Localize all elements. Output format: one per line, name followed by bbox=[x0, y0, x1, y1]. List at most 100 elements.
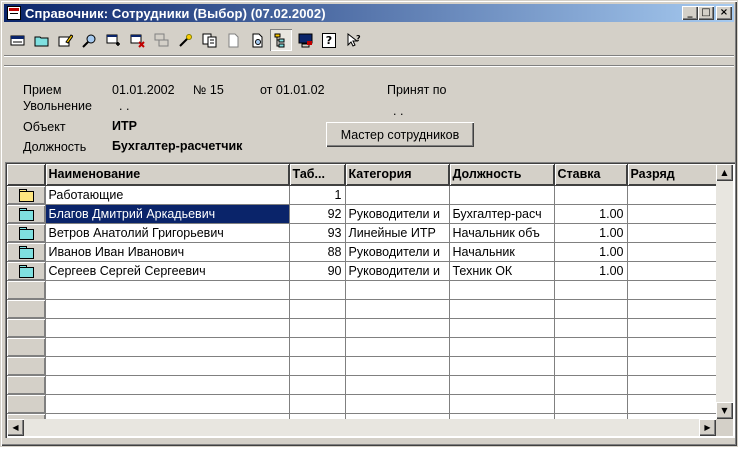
cell-rate[interactable]: 1.00 bbox=[554, 261, 628, 281]
cell-category[interactable]: Руководители и bbox=[345, 242, 450, 262]
cell-rate[interactable] bbox=[554, 185, 628, 205]
tree-view-button[interactable] bbox=[270, 29, 292, 51]
cell-name[interactable]: Иванов Иван Иванович bbox=[45, 242, 290, 262]
header-category[interactable]: Категория bbox=[345, 164, 450, 186]
empty-row bbox=[7, 356, 719, 376]
monitor-button[interactable] bbox=[294, 29, 316, 51]
copy-button[interactable] bbox=[198, 29, 220, 51]
table-row[interactable]: Сергеев Сергей Сергеевич 90 Руководители и… bbox=[7, 261, 719, 281]
cell-tab-number[interactable]: 92 bbox=[289, 204, 346, 224]
empty-cell bbox=[627, 375, 719, 395]
print-preview-button[interactable] bbox=[246, 29, 268, 51]
scroll-left-button[interactable]: ◀ bbox=[7, 419, 24, 436]
cell-name[interactable]: Благов Дмитрий Аркадьевич bbox=[45, 204, 290, 224]
cell-position[interactable]: Бухгалтер-расч bbox=[449, 204, 555, 224]
find-button[interactable] bbox=[78, 29, 100, 51]
row-icon-cell[interactable] bbox=[7, 261, 46, 281]
empty-cell bbox=[627, 394, 719, 414]
accepted-label: Принят по bbox=[387, 83, 447, 97]
header-rate[interactable]: Ставка bbox=[554, 164, 628, 186]
cell-grade[interactable] bbox=[627, 242, 719, 262]
cell-tab-number[interactable]: 88 bbox=[289, 242, 346, 262]
cell-category[interactable]: Руководители и bbox=[345, 261, 450, 281]
cell-grade[interactable] bbox=[627, 204, 719, 224]
cell-category[interactable]: Руководители и bbox=[345, 204, 450, 224]
dismissal-value: . . bbox=[119, 99, 130, 113]
empty-cell bbox=[449, 337, 555, 357]
cell-rate[interactable]: 1.00 bbox=[554, 242, 628, 262]
cell-grade[interactable] bbox=[627, 223, 719, 243]
cell-rate[interactable]: 1.00 bbox=[554, 223, 628, 243]
scroll-up-button[interactable]: ▲ bbox=[716, 164, 733, 181]
header-position[interactable]: Должность bbox=[449, 164, 555, 186]
cell-rate[interactable]: 1.00 bbox=[554, 204, 628, 224]
cell-tab-number[interactable]: 1 bbox=[289, 185, 346, 205]
order-date: от 01.01.02 bbox=[260, 83, 325, 97]
employees-grid[interactable]: Наименование Таб... Категория Должность … bbox=[5, 162, 735, 438]
header-grade[interactable]: Разряд bbox=[627, 164, 719, 186]
empty-cell bbox=[554, 356, 628, 376]
cell-position[interactable]: Начальник объ bbox=[449, 223, 555, 243]
horizontal-scrollbar[interactable]: ◀ ▶ bbox=[7, 419, 716, 436]
move-button[interactable] bbox=[150, 29, 172, 51]
cell-tab-number[interactable]: 93 bbox=[289, 223, 346, 243]
cell-category[interactable]: Линейные ИТР bbox=[345, 223, 450, 243]
minimize-button[interactable]: _ bbox=[682, 6, 698, 20]
empty-cell bbox=[289, 299, 346, 319]
grid-header-row: Наименование Таб... Категория Должность … bbox=[7, 164, 719, 186]
scroll-right-button[interactable]: ▶ bbox=[699, 419, 716, 436]
header-name[interactable]: Наименование bbox=[45, 164, 290, 186]
position-label: Должность bbox=[23, 140, 87, 154]
employee-wizard-button[interactable]: Мастер сотрудников bbox=[326, 122, 474, 147]
context-help-button[interactable]: ? bbox=[342, 29, 364, 51]
copy-icon bbox=[202, 33, 216, 47]
accepted-value: . . bbox=[393, 104, 404, 118]
scroll-down-button[interactable]: ▼ bbox=[716, 402, 733, 419]
position-value: Бухгалтер-расчетчик bbox=[112, 139, 243, 153]
cell-name[interactable]: Работающие bbox=[45, 185, 290, 205]
row-icon-cell[interactable] bbox=[7, 242, 46, 262]
row-icon-cell[interactable] bbox=[7, 223, 46, 243]
copy-record-button[interactable] bbox=[102, 29, 124, 51]
table-row[interactable]: Иванов Иван Иванович 88 Руководители и Нача… bbox=[7, 242, 719, 262]
close-button[interactable]: × bbox=[716, 6, 732, 20]
cell-name[interactable]: Ветров Анатолий Григорьевич bbox=[45, 223, 290, 243]
empty-cell bbox=[345, 337, 450, 357]
maximize-button[interactable]: □ bbox=[698, 6, 714, 20]
cell-grade[interactable] bbox=[627, 185, 719, 205]
edit-button[interactable] bbox=[54, 29, 76, 51]
cell-category[interactable] bbox=[345, 185, 450, 205]
new-folder-button[interactable] bbox=[30, 29, 52, 51]
title-bar[interactable]: Справочник: Сотрудники (Выбор) (07.02.20… bbox=[4, 4, 734, 22]
cell-position[interactable] bbox=[449, 185, 555, 205]
cell-name[interactable]: Сергеев Сергей Сергеевич bbox=[45, 261, 290, 281]
delete-record-button[interactable] bbox=[126, 29, 148, 51]
help-button[interactable]: ? bbox=[318, 29, 340, 51]
cell-tab-number[interactable]: 90 bbox=[289, 261, 346, 281]
table-row[interactable]: Благов Дмитрий Аркадьевич 92 Руководители … bbox=[7, 204, 719, 224]
magic-button[interactable] bbox=[174, 29, 196, 51]
tree-view-icon bbox=[274, 33, 284, 47]
new-record-button[interactable] bbox=[6, 29, 28, 51]
vertical-scrollbar[interactable]: ▲ ▼ bbox=[716, 164, 733, 419]
empty-cell bbox=[289, 356, 346, 376]
row-icon-cell bbox=[7, 337, 46, 357]
row-icon-cell bbox=[7, 299, 46, 319]
empty-cell bbox=[627, 337, 719, 357]
edit-icon bbox=[58, 33, 73, 46]
document-button[interactable] bbox=[222, 29, 244, 51]
header-tab-number[interactable]: Таб... bbox=[289, 164, 346, 186]
cyan-folder-icon bbox=[18, 246, 34, 260]
empty-row bbox=[7, 337, 719, 357]
table-row[interactable]: Работающие 1 bbox=[7, 185, 719, 205]
table-row[interactable]: Ветров Анатолий Григорьевич 93 Линейные ИТ… bbox=[7, 223, 719, 243]
move-icon bbox=[154, 33, 168, 46]
row-icon-cell[interactable] bbox=[7, 185, 46, 205]
row-icon-cell[interactable] bbox=[7, 204, 46, 224]
window-app-icon[interactable] bbox=[7, 6, 21, 20]
empty-cell bbox=[345, 394, 450, 414]
hire-date: 01.01.2002 bbox=[112, 83, 175, 97]
cell-position[interactable]: Начальник bbox=[449, 242, 555, 262]
cell-position[interactable]: Техник ОК bbox=[449, 261, 555, 281]
cell-grade[interactable] bbox=[627, 261, 719, 281]
